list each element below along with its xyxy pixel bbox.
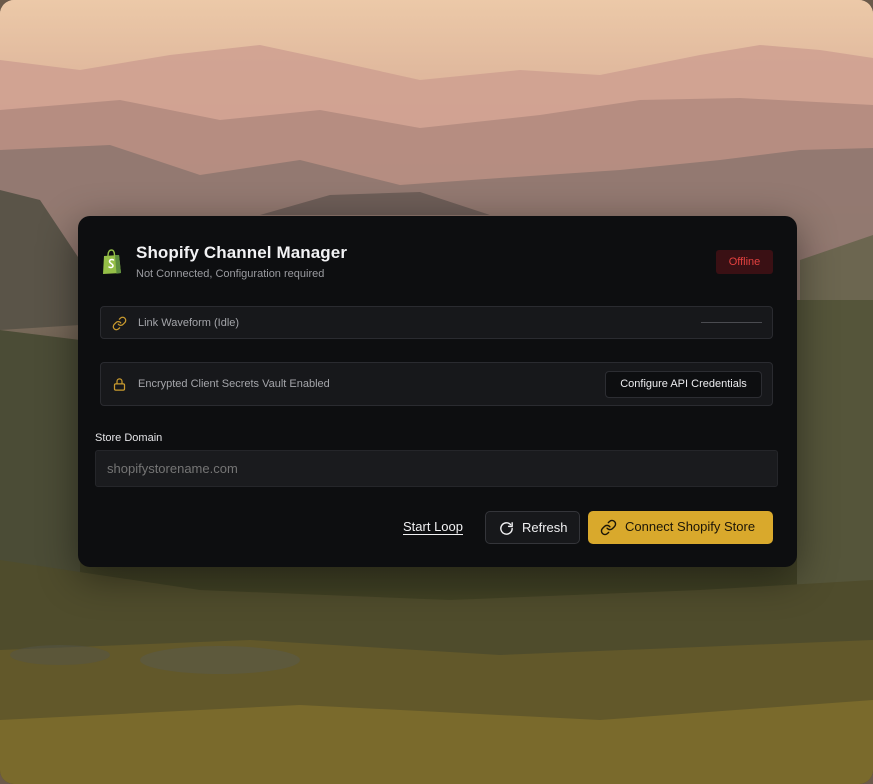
waveform-line bbox=[701, 322, 762, 323]
page-title: Shopify Channel Manager bbox=[136, 243, 348, 262]
refresh-label: Refresh bbox=[522, 520, 568, 535]
shopify-bag-icon bbox=[100, 249, 124, 275]
connect-label: Connect Shopify Store bbox=[625, 519, 756, 534]
connect-shopify-store-button[interactable]: Connect Shopify Store bbox=[588, 511, 773, 544]
waveform-label: Link Waveform (Idle) bbox=[138, 317, 240, 329]
lock-icon bbox=[112, 377, 127, 397]
vault-label: Encrypted Client Secrets Vault Enabled bbox=[138, 378, 330, 390]
channel-manager-card: Shopify Channel Manager Not Connected, C… bbox=[78, 216, 797, 567]
status-badge: Offline bbox=[716, 250, 773, 274]
secrets-vault-panel: Encrypted Client Secrets Vault Enabled C… bbox=[100, 362, 773, 406]
refresh-icon bbox=[498, 520, 515, 540]
store-domain-label: Store Domain bbox=[95, 432, 163, 444]
link-icon bbox=[112, 316, 127, 336]
configure-api-credentials-button[interactable]: Configure API Credentials bbox=[605, 371, 762, 398]
link-waveform-panel: Link Waveform (Idle) bbox=[100, 306, 773, 339]
refresh-button[interactable]: Refresh bbox=[485, 511, 580, 544]
store-domain-input[interactable] bbox=[95, 450, 778, 487]
link-icon bbox=[600, 519, 617, 539]
start-loop-link[interactable]: Start Loop bbox=[403, 519, 463, 534]
connection-subtitle: Not Connected, Configuration required bbox=[136, 268, 325, 280]
